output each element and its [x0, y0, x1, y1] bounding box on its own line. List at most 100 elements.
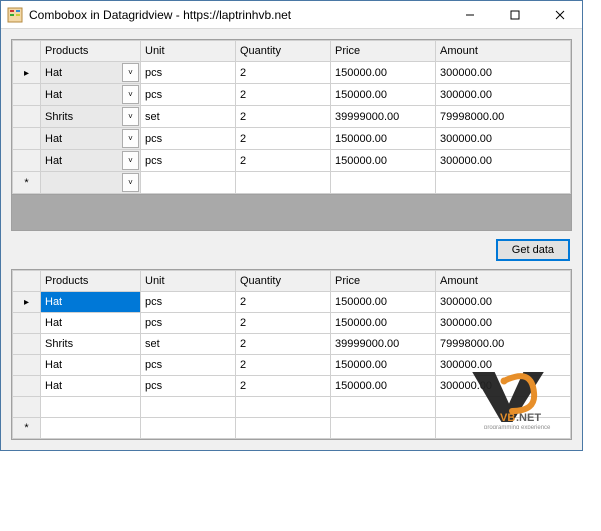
cell-unit[interactable]: set [141, 106, 236, 128]
cell-amount[interactable] [436, 172, 571, 194]
col-unit[interactable]: Unit [141, 271, 236, 292]
cell-unit[interactable]: pcs [141, 62, 236, 84]
cell-product[interactable]: Hat [41, 355, 141, 376]
cell-unit[interactable]: pcs [141, 128, 236, 150]
col-unit[interactable]: Unit [141, 41, 236, 62]
row-header[interactable]: ▸ [13, 62, 41, 84]
cell-price[interactable]: 150000.00 [331, 313, 436, 334]
minimize-button[interactable] [447, 1, 492, 29]
product-combobox[interactable]: Shrits˅ [41, 106, 141, 128]
new-row[interactable]: *˅ [13, 172, 571, 194]
col-price[interactable]: Price [331, 271, 436, 292]
cell-quantity[interactable]: 2 [236, 84, 331, 106]
chevron-down-icon[interactable]: ˅ [122, 151, 139, 170]
cell-price[interactable]: 150000.00 [331, 292, 436, 313]
chevron-down-icon[interactable]: ˅ [122, 63, 139, 82]
product-combobox[interactable]: Hat˅ [41, 150, 141, 172]
cell-amount[interactable]: 300000.00 [436, 313, 571, 334]
table-row[interactable]: ▸Hat˅pcs2150000.00300000.00 [13, 62, 571, 84]
col-products[interactable]: Products [41, 41, 141, 62]
cell-amount[interactable]: 300000.00 [436, 128, 571, 150]
row-header[interactable] [13, 106, 41, 128]
row-header[interactable]: ▸ [13, 292, 41, 313]
product-combobox[interactable]: Hat˅ [41, 62, 141, 84]
row-header[interactable] [13, 313, 41, 334]
table-row[interactable]: Hat˅pcs2150000.00300000.00 [13, 84, 571, 106]
new-row[interactable]: * [13, 418, 571, 439]
chevron-down-icon[interactable]: ˅ [122, 173, 139, 192]
cell-price[interactable]: 150000.00 [331, 150, 436, 172]
col-products[interactable]: Products [41, 271, 141, 292]
cell-quantity[interactable]: 2 [236, 106, 331, 128]
close-button[interactable] [537, 1, 582, 29]
cell-amount[interactable]: 300000.00 [436, 84, 571, 106]
cell-unit[interactable]: pcs [141, 292, 236, 313]
cell-quantity[interactable]: 2 [236, 355, 331, 376]
table-row[interactable]: Hatpcs2150000.00300000.00 [13, 376, 571, 397]
row-header[interactable] [13, 355, 41, 376]
table-row[interactable]: Shrits˅set239999000.0079998000.00 [13, 106, 571, 128]
row-header[interactable] [13, 128, 41, 150]
product-combobox[interactable]: ˅ [41, 172, 141, 194]
cell-amount[interactable]: 300000.00 [436, 292, 571, 313]
datagridview-output[interactable]: Products Unit Quantity Price Amount ▸Hat… [11, 269, 572, 440]
cell-unit[interactable] [141, 172, 236, 194]
cell-quantity[interactable]: 2 [236, 376, 331, 397]
cell-product[interactable]: Shrits [41, 334, 141, 355]
cell-price[interactable]: 150000.00 [331, 128, 436, 150]
cell-unit[interactable]: pcs [141, 313, 236, 334]
cell-quantity[interactable]: 2 [236, 128, 331, 150]
table-row[interactable] [13, 397, 571, 418]
cell-unit[interactable]: set [141, 334, 236, 355]
maximize-button[interactable] [492, 1, 537, 29]
row-header[interactable] [13, 150, 41, 172]
product-combobox[interactable]: Hat˅ [41, 84, 141, 106]
row-header[interactable]: * [13, 418, 41, 439]
cell-quantity[interactable]: 2 [236, 292, 331, 313]
col-price[interactable]: Price [331, 41, 436, 62]
cell-unit[interactable]: pcs [141, 150, 236, 172]
cell-quantity[interactable] [236, 172, 331, 194]
cell-quantity[interactable]: 2 [236, 150, 331, 172]
cell-quantity[interactable]: 2 [236, 62, 331, 84]
cell-price[interactable]: 150000.00 [331, 376, 436, 397]
row-header[interactable] [13, 334, 41, 355]
col-amount[interactable]: Amount [436, 41, 571, 62]
row-header-corner[interactable] [13, 271, 41, 292]
cell-unit[interactable]: pcs [141, 84, 236, 106]
chevron-down-icon[interactable]: ˅ [122, 107, 139, 126]
table-row[interactable]: ▸Hatpcs2150000.00300000.00 [13, 292, 571, 313]
cell-amount[interactable]: 300000.00 [436, 150, 571, 172]
cell-price[interactable]: 150000.00 [331, 355, 436, 376]
table-row[interactable]: Hatpcs2150000.00300000.00 [13, 355, 571, 376]
cell-price[interactable] [331, 172, 436, 194]
cell-quantity[interactable]: 2 [236, 313, 331, 334]
col-quantity[interactable]: Quantity [236, 271, 331, 292]
cell-amount[interactable]: 79998000.00 [436, 334, 571, 355]
title-bar[interactable]: Combobox in Datagridview - https://laptr… [1, 1, 582, 29]
get-data-button[interactable]: Get data [496, 239, 570, 261]
col-quantity[interactable]: Quantity [236, 41, 331, 62]
chevron-down-icon[interactable]: ˅ [122, 129, 139, 148]
table-row[interactable]: Hat˅pcs2150000.00300000.00 [13, 128, 571, 150]
cell-price[interactable]: 39999000.00 [331, 334, 436, 355]
cell-amount[interactable]: 300000.00 [436, 62, 571, 84]
cell-unit[interactable]: pcs [141, 355, 236, 376]
cell-amount[interactable]: 79998000.00 [436, 106, 571, 128]
cell-amount[interactable]: 300000.00 [436, 355, 571, 376]
cell-price[interactable]: 150000.00 [331, 84, 436, 106]
chevron-down-icon[interactable]: ˅ [122, 85, 139, 104]
table-row[interactable]: Hat˅pcs2150000.00300000.00 [13, 150, 571, 172]
row-header[interactable]: * [13, 172, 41, 194]
table-row[interactable]: Hatpcs2150000.00300000.00 [13, 313, 571, 334]
table-row[interactable]: Shritsset239999000.0079998000.00 [13, 334, 571, 355]
cell-quantity[interactable]: 2 [236, 334, 331, 355]
cell-price[interactable]: 150000.00 [331, 62, 436, 84]
cell-product[interactable]: Hat [41, 313, 141, 334]
row-header-corner[interactable] [13, 41, 41, 62]
product-combobox[interactable]: Hat˅ [41, 128, 141, 150]
row-header[interactable] [13, 84, 41, 106]
cell-amount[interactable]: 300000.00 [436, 376, 571, 397]
col-amount[interactable]: Amount [436, 271, 571, 292]
cell-price[interactable]: 39999000.00 [331, 106, 436, 128]
